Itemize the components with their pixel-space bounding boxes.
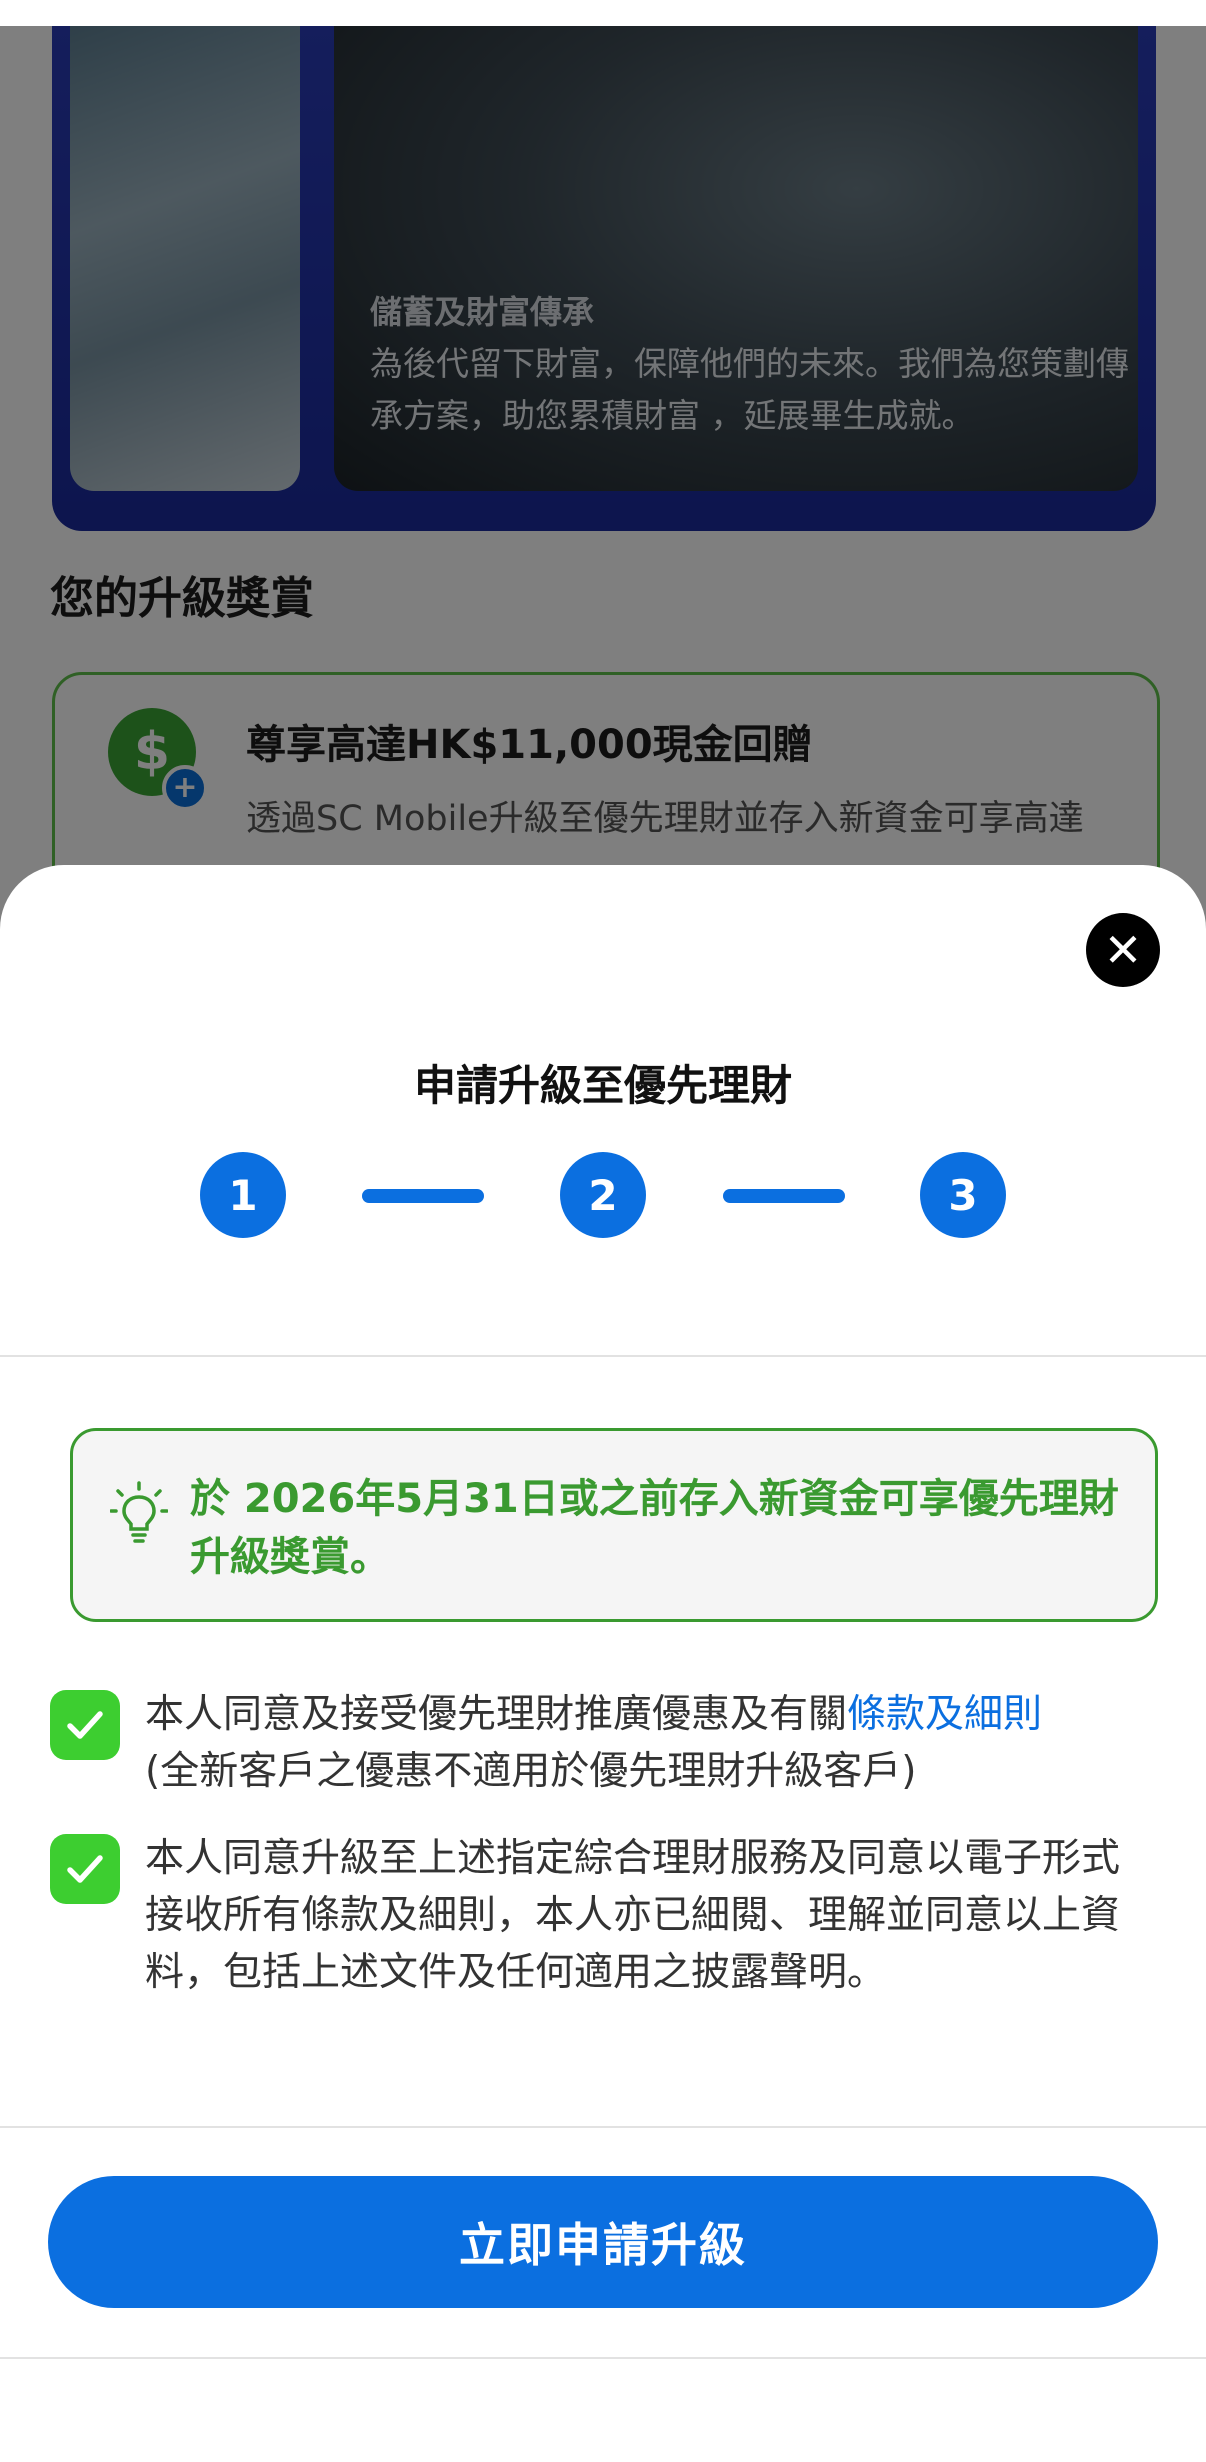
divider xyxy=(0,2126,1206,2128)
step-1-indicator: 1 xyxy=(200,1152,286,1238)
divider xyxy=(0,1355,1206,1357)
close-icon: ✕ xyxy=(1103,923,1143,977)
lightbulb-icon xyxy=(110,1481,168,1543)
terms-link[interactable]: 條款及細則 xyxy=(847,1692,1042,1737)
step-connector xyxy=(723,1189,845,1203)
step-3-indicator: 3 xyxy=(920,1152,1006,1238)
step-2-indicator: 2 xyxy=(560,1152,646,1238)
checkmark-icon xyxy=(67,1855,103,1883)
step-connector xyxy=(362,1189,484,1203)
terms-consent-text: 本人同意及接受優先理財推廣優惠及有關條款及細則 (全新客戶之優惠不適用於優先理財升… xyxy=(145,1686,1155,1800)
upgrade-consent-checkbox[interactable] xyxy=(50,1834,120,1904)
status-bar xyxy=(0,0,1206,26)
terms-checkbox[interactable] xyxy=(50,1690,120,1760)
checkmark-icon xyxy=(67,1711,103,1739)
reward-notice-text: 於 2026年5月31日或之前存入新資金可享優先理財升級獎賞。 xyxy=(190,1476,1119,1580)
divider xyxy=(0,2357,1206,2359)
sheet-title: 申請升級至優先理財 xyxy=(413,1061,792,1110)
apply-upgrade-button[interactable]: 立即申請升級 xyxy=(48,2176,1158,2308)
upgrade-consent-text: 本人同意升級至上述指定綜合理財服務及同意以電子形式接收所有條款及細則，本人亦已細… xyxy=(145,1836,1121,1995)
close-button[interactable]: ✕ xyxy=(1086,913,1160,987)
terms-consent-label: 本人同意及接受優先理財推廣優惠及有關 xyxy=(145,1692,848,1737)
terms-consent-note: (全新客戶之優惠不適用於優先理財升級客戶) xyxy=(145,1749,917,1794)
